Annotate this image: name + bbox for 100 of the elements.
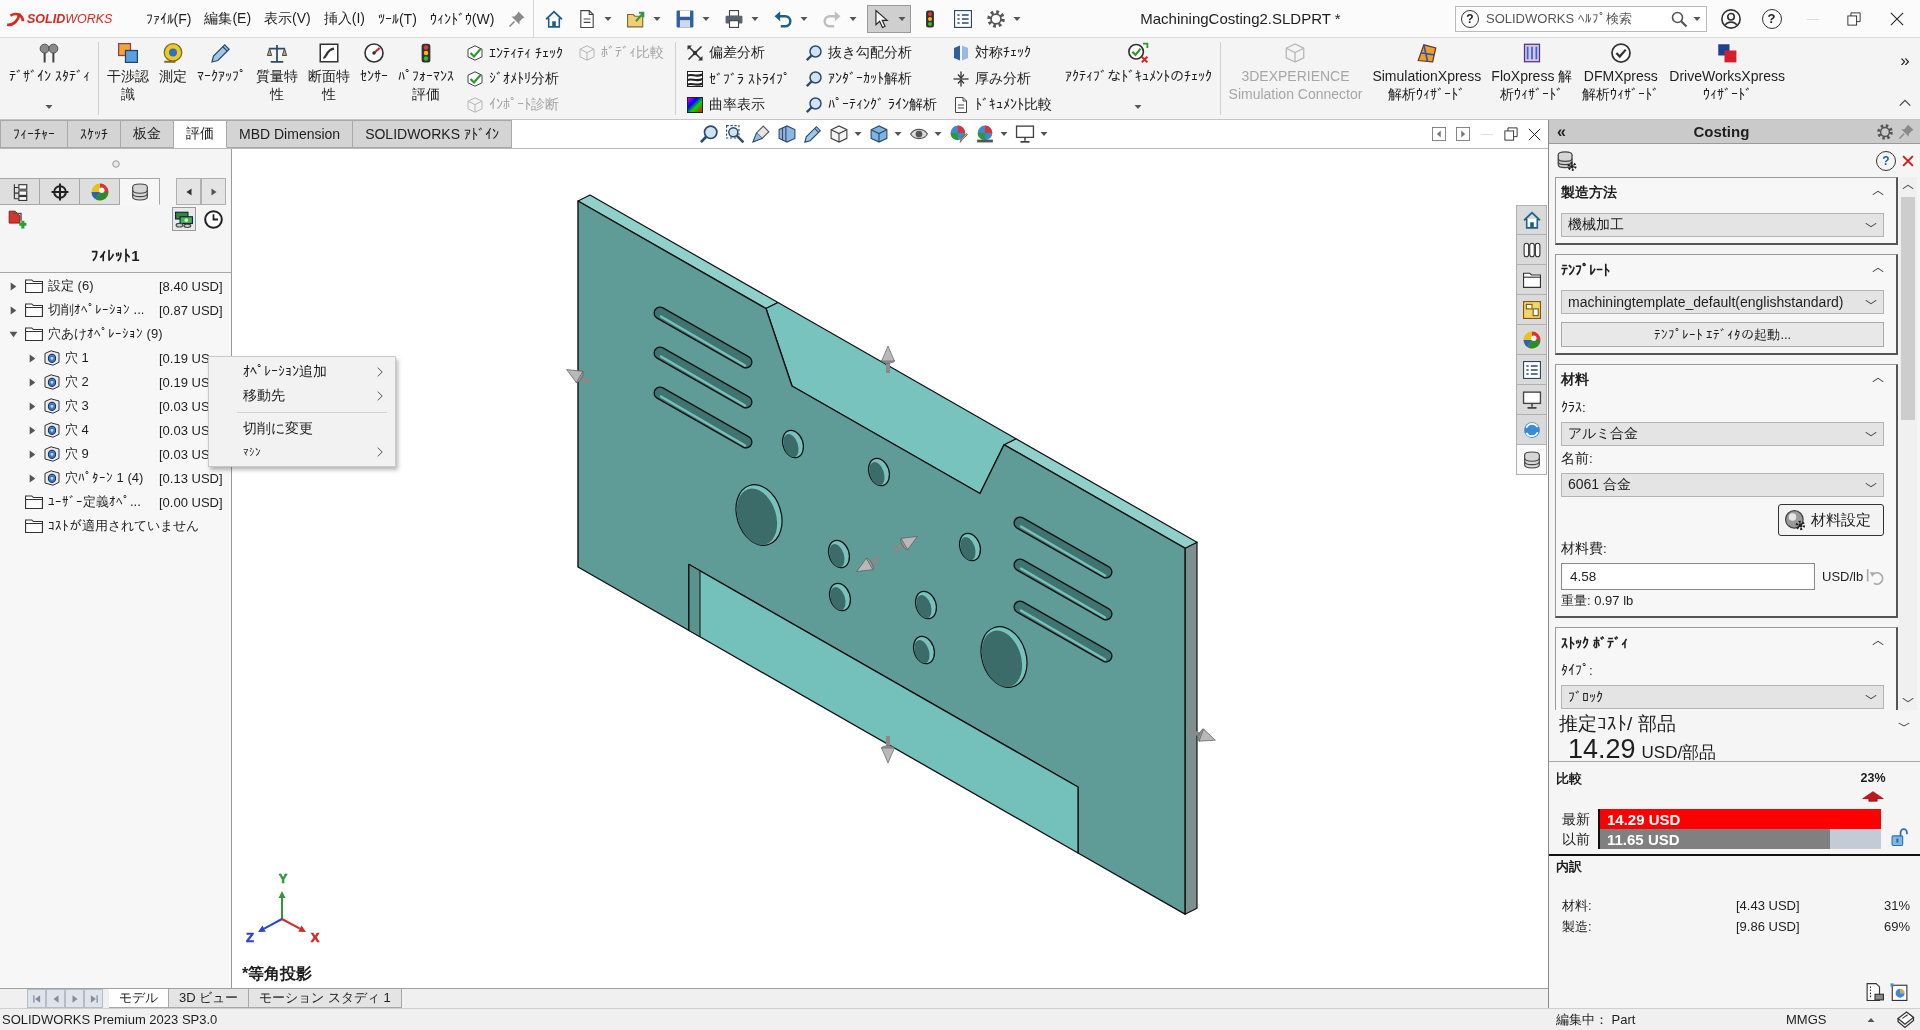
task-pane-tab[interactable] <box>1516 295 1547 325</box>
task-pane-tab[interactable] <box>1516 445 1547 475</box>
triangle-right-icon[interactable] <box>27 353 37 363</box>
caret-down-icon[interactable] <box>853 130 862 138</box>
caret-down-icon[interactable] <box>1693 14 1701 23</box>
ribbon-button[interactable]: ﾊﾟﾌｫｰﾏﾝｽ 評価 <box>392 38 459 119</box>
arrow-handle-icon[interactable] <box>1189 728 1216 742</box>
more-button[interactable]: » <box>1900 52 1910 69</box>
report-document-icon[interactable] <box>1866 983 1884 1001</box>
command-tab[interactable]: ｽｹｯﾁ <box>68 120 121 148</box>
menu-item[interactable]: 編集(E) <box>197 3 258 34</box>
task-pane-tab[interactable] <box>1516 355 1547 385</box>
menu-item[interactable]: ﾌｧｲﾙ(F) <box>139 3 198 34</box>
previous-button[interactable] <box>46 989 65 1008</box>
menu-item[interactable]: ﾏｼﾝ <box>209 441 395 463</box>
magnifier-frame-icon[interactable] <box>725 125 744 143</box>
manager-tab[interactable] <box>120 178 160 205</box>
sphere-pencil-icon[interactable] <box>949 125 968 143</box>
triangle-right-icon[interactable] <box>27 449 37 459</box>
menu-item[interactable]: ｳｨﾝﾄﾞｳ(W) <box>423 3 501 34</box>
help-button[interactable]: ? <box>1751 0 1792 38</box>
restore-icon[interactable] <box>1504 127 1518 141</box>
search-icon[interactable] <box>1671 10 1687 27</box>
pencil-icon[interactable] <box>803 125 822 143</box>
bottom-tab[interactable]: モデル <box>109 989 169 1008</box>
ribbon-button[interactable]: ﾏｰｸｱｯﾌﾟ <box>191 38 251 119</box>
menu-item[interactable]: ｵﾍﾟﾚｰｼｮﾝ追加 <box>209 360 395 384</box>
command-tab[interactable]: ﾌｨｰﾁｬｰ <box>0 120 68 148</box>
tree-item[interactable]: ｺｽﾄが適用されていません <box>48 518 199 533</box>
caret-down-icon[interactable] <box>999 130 1008 138</box>
tool-button[interactable]: ﾊﾟｰﾃｨﾝｸﾞ ﾗｲﾝ解析 <box>802 92 940 118</box>
dropdown[interactable]: 6061 合金 <box>1561 473 1884 497</box>
sphere-icon[interactable] <box>975 125 994 143</box>
menu-item[interactable]: 表示(V) <box>257 3 318 34</box>
tool-button[interactable]: 対称ﾁｪｯｸ <box>949 40 1055 66</box>
dropdown[interactable]: machiningtemplate_default(englishstandard) <box>1561 290 1884 314</box>
tile-right-icon[interactable] <box>1456 127 1470 141</box>
ribbon-button[interactable]: DriveWorksXpress ｳｨｻﾞｰﾄﾞ <box>1664 38 1790 119</box>
triangle-right-icon[interactable] <box>27 425 37 435</box>
task-pane-tab[interactable] <box>1516 385 1547 415</box>
tree-item[interactable]: 切削ｵﾍﾟﾚｰｼｮﾝ ... <box>48 302 145 317</box>
chevron-up-icon[interactable] <box>1872 376 1884 384</box>
tool-button[interactable]: 厚み分析 <box>949 66 1055 92</box>
tool-button[interactable]: ｴﾝﾃｨﾃｨ ﾁｪｯｸ <box>463 40 566 66</box>
document-chart-icon[interactable] <box>1890 983 1908 1001</box>
menu-item[interactable]: 移動先 <box>209 384 395 408</box>
chevron-up-icon[interactable] <box>1872 266 1884 274</box>
dropdown[interactable]: ﾌﾞﾛｯｸ <box>1561 685 1884 709</box>
collapse-button[interactable]: « <box>1557 123 1566 140</box>
task-pane-tab[interactable] <box>1516 265 1547 295</box>
last-button[interactable] <box>84 989 103 1008</box>
tree-item[interactable]: 穴あけｵﾍﾟﾚｰｼｮﾝ (9) <box>48 326 163 341</box>
triangle-right-icon[interactable] <box>8 305 18 315</box>
caret-down-icon[interactable] <box>45 103 54 111</box>
bottom-tab[interactable]: モーション スタディ 1 <box>249 989 402 1008</box>
arrow-handle-icon[interactable] <box>881 736 895 764</box>
label-tag-icon[interactable] <box>1897 1011 1914 1028</box>
bottom-tab[interactable]: 3D ビュー <box>169 989 250 1008</box>
pin-icon[interactable] <box>508 10 525 27</box>
menu-item[interactable]: 切削に変更 <box>209 417 395 441</box>
tree-item[interactable]: 設定 (6) <box>48 278 94 293</box>
tag-plus-icon[interactable] <box>8 209 27 229</box>
caret-down-icon[interactable] <box>893 130 902 138</box>
scroll-thumb[interactable] <box>1901 197 1915 420</box>
monitor-icon[interactable] <box>1015 125 1034 143</box>
ribbon-button[interactable]: 干渉認 識 <box>101 38 154 119</box>
manager-tab[interactable] <box>0 178 40 205</box>
caret-down-icon[interactable] <box>1039 130 1048 138</box>
ribbon-button[interactable]: FloXpress 解 析ｳｨｻﾞｰﾄﾞ <box>1486 38 1578 119</box>
triangle-right-icon[interactable] <box>27 473 37 483</box>
menu-item[interactable]: ﾂｰﾙ(T) <box>371 3 424 34</box>
chevron-up-icon[interactable] <box>1899 97 1911 109</box>
scrollbar[interactable] <box>1899 177 1917 710</box>
tool-button[interactable]: 抜き勾配分析 <box>802 40 940 66</box>
chevron-up-icon[interactable] <box>1872 189 1884 197</box>
triangle-right-icon[interactable] <box>8 281 18 291</box>
triangle-right-icon[interactable] <box>27 401 37 411</box>
triangle-down-icon[interactable] <box>8 329 18 339</box>
task-pane-tab[interactable] <box>1516 205 1547 235</box>
arrow-handle-icon[interactable] <box>856 556 881 572</box>
ribbon-button[interactable]: 断面特 性 <box>302 38 355 119</box>
tree-item[interactable]: 穴ﾊﾟﾀｰﾝ 1 (4) <box>65 470 144 485</box>
flashlight-icon[interactable] <box>751 125 770 143</box>
editor-button[interactable]: ﾃﾝﾌﾟﾚｰﾄ ｴﾃﾞｨﾀの起動... <box>1561 322 1884 347</box>
close-icon[interactable] <box>1528 127 1541 141</box>
task-pane-tab[interactable] <box>1516 235 1547 265</box>
caret-down-icon[interactable] <box>1134 103 1143 111</box>
command-tab[interactable]: MBD Dimension <box>227 120 354 148</box>
chevron-down-icon[interactable] <box>1898 720 1910 728</box>
solid-cube-icon[interactable] <box>869 125 888 143</box>
tool-button[interactable]: ｾﾞﾌﾞﾗ ｽﾄﾗｲﾌﾟ <box>683 66 793 92</box>
command-tab[interactable]: SOLIDWORKS ｱﾄﾞｲﾝ <box>353 120 512 148</box>
tool-button[interactable]: ﾄﾞｷｭﾒﾝﾄ比較 <box>949 92 1055 118</box>
arrow-handle-icon[interactable] <box>893 536 918 552</box>
material-button[interactable]: 材料設定 <box>1778 504 1884 536</box>
ribbon-button[interactable]: ｱｸﾃｨﾌﾞなﾄﾞｷｭﾒﾝﾄのﾁｪｯｸ <box>1059 38 1217 119</box>
section-cube-icon[interactable] <box>777 125 796 143</box>
arrow-handle-icon[interactable] <box>881 345 895 373</box>
ribbon-button[interactable]: SimulationXpress 解析ｳｨｻﾞｰﾄﾞ <box>1367 38 1487 119</box>
tree-item[interactable]: ﾕｰｻﾞｰ定義ｵﾍﾟ... <box>48 494 141 509</box>
